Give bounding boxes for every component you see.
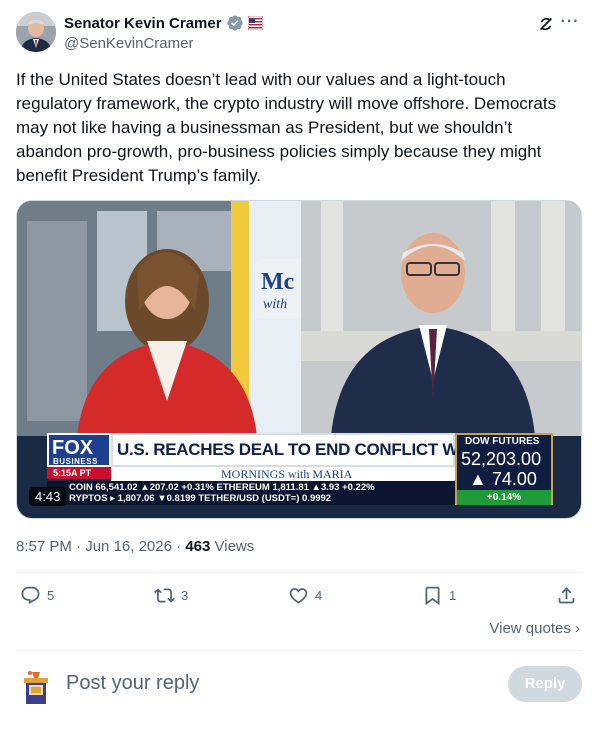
grok-icon[interactable] [536,14,556,34]
bookmark-action[interactable]: 1 [422,585,456,606]
ticker-row-2-label: RYPTOS [69,493,108,504]
show-logo-sub: with [263,297,288,312]
dow-title: DOW FUTURES [465,436,540,447]
display-name-row: Senator Kevin Cramer [64,13,263,33]
view-quotes-link[interactable]: View quotes › [489,620,580,637]
divider-top [16,572,582,573]
views-count: 463 [185,538,211,555]
action-bar: 5 3 4 1 [16,585,582,609]
bookmark-count: 1 [449,588,457,603]
share-action[interactable] [556,585,577,606]
heart-icon [289,588,308,604]
headline-box: U.S. REACHES DEAL TO END CONFLICT WITH I… [111,433,530,467]
video-duration: 4:43 [29,487,67,506]
dow-percent: +0.14% [457,490,551,505]
ticker-row-2-values: ▸ 1,807.06 ▼0.8199 TETHER/USD (USDT=) 0.… [110,493,332,504]
reply-action[interactable]: 5 [20,585,54,606]
more-options-icon[interactable]: ··· [560,12,580,32]
ticker-row-2: RYPTOS ▸ 1,807.06 ▼0.8199 TETHER/USD (US… [69,493,331,504]
crypto-ticker: COIN 66,541.02 ▲207.02 +0.31% ETHEREUM 1… [47,481,455,505]
ticker-row-1-values: 66,541.02 ▲207.02 +0.31% ETHEREUM 1,811.… [95,482,375,493]
video-player[interactable]: Mc with FOX BUSINESS 5:15A PT U.S. REACH… [16,200,582,519]
post-time[interactable]: 8:57 PM [16,538,72,555]
author-names: Senator Kevin Cramer @SenKevinCramer [64,13,263,52]
dow-value: 52,203.00 [461,449,542,469]
network-sub: BUSINESS [53,457,98,466]
author-avatar[interactable] [16,12,56,52]
reply-count: 5 [47,588,55,603]
dow-futures-box: DOW FUTURES 52,203.00 ▲ 74.00 +0.14% [455,433,553,505]
tweet-text: If the United States doesn’t lead with o… [16,70,557,185]
news-lower-third: FOX BUSINESS 5:15A PT U.S. REACHES DEAL … [47,433,567,507]
show-name-bar: MORNINGS with MARIA [111,467,455,481]
like-action[interactable]: 4 [288,585,322,606]
show-name: MORNINGS with MARIA [221,467,353,481]
author-handle[interactable]: @SenKevinCramer [64,35,263,52]
us-flag-affiliation-icon[interactable] [247,16,263,30]
tweet-meta: 8:57 PM · Jun 16, 2026 · 463 Views [16,538,255,555]
tweet-header: Senator Kevin Cramer @SenKevinCramer ··· [16,12,582,54]
network-logo-box: FOX BUSINESS [47,433,111,467]
bookmark-icon [425,586,440,606]
divider-bottom [16,650,582,651]
user-avatar-icon[interactable] [22,668,50,704]
repost-action[interactable]: 3 [154,585,188,606]
post-date[interactable]: Jun 16, 2026 [85,538,172,555]
share-icon [558,587,575,604]
video-right-panel [301,201,581,436]
reply-composer: Post your reply Reply [16,664,582,706]
views-label: Views [214,538,255,555]
ticker-row-1-label: COIN [69,482,93,493]
reply-input[interactable]: Post your reply [66,672,199,695]
verified-badge-icon[interactable] [226,14,244,32]
reply-icon [21,586,40,604]
reply-button[interactable]: Reply [508,666,582,702]
show-logo-text: Mc [261,269,295,295]
dow-change: ▲ 74.00 [469,469,537,489]
repost-icon [154,588,175,603]
repost-count: 3 [181,588,189,603]
ticker-row-1: COIN 66,541.02 ▲207.02 +0.31% ETHEREUM 1… [69,482,375,493]
like-count: 4 [315,588,323,603]
display-name[interactable]: Senator Kevin Cramer [64,15,222,32]
local-time: 5:15A PT [47,467,111,479]
